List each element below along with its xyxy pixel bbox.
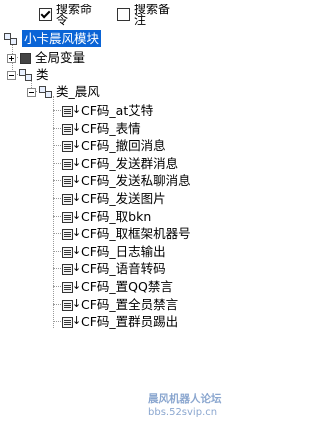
tree-item-function[interactable]: CF码_置全员禁言 xyxy=(62,296,252,313)
tree-line xyxy=(53,251,61,252)
tree-item-class-node[interactable]: 类_晨风 xyxy=(27,83,177,100)
search-note-label[interactable]: 搜索备注 xyxy=(134,4,170,28)
tree-item-function[interactable]: CF码_撤回消息 xyxy=(62,137,252,154)
tree-item-label: CF码_置全员禁言 xyxy=(81,297,179,312)
search-name-label[interactable]: 搜索命令 xyxy=(56,4,92,28)
function-icon xyxy=(62,139,81,152)
collapse-minus-icon[interactable] xyxy=(27,88,36,97)
tree-item-global-vars[interactable]: 全局变量 xyxy=(7,49,157,66)
tree-item-function[interactable]: CF码_日志输出 xyxy=(62,243,252,260)
tree-line xyxy=(53,198,61,199)
function-icon xyxy=(62,192,81,205)
tree-item-label: CF码_发送图片 xyxy=(81,191,166,206)
tree-item-label: CF码_日志输出 xyxy=(81,244,166,259)
tree-item-label: 类 xyxy=(36,67,49,82)
tree-item-label: CF码_置群员踢出 xyxy=(81,314,179,329)
tree-line xyxy=(53,110,61,111)
tree-root-label: 小卡晨风模块 xyxy=(22,30,102,47)
watermark: 晨风机器人论坛 bbs.52svip.cn xyxy=(148,393,222,419)
tree-item-label: 全局变量 xyxy=(35,50,86,65)
tree-root[interactable]: 小卡晨风模块 xyxy=(4,30,154,47)
tree-item-function[interactable]: CF码_置群员踢出 xyxy=(62,313,252,330)
watermark-title: 晨风机器人论坛 xyxy=(148,393,222,405)
tree-line xyxy=(53,180,61,181)
function-icon xyxy=(62,122,81,135)
search-options-bar: 搜索命令 搜索备注 xyxy=(0,0,255,30)
function-icon xyxy=(62,210,81,223)
tree-item-label: 类_晨风 xyxy=(56,84,100,99)
tree-line xyxy=(53,216,61,217)
tree-line xyxy=(53,286,61,287)
search-name-checkbox[interactable] xyxy=(39,8,52,21)
function-icon xyxy=(62,245,81,258)
tree-item-function[interactable]: CF码_发送群消息 xyxy=(62,155,252,172)
tree-item-label: CF码_置QQ禁言 xyxy=(81,279,173,294)
tree-item-function[interactable]: CF码_表情 xyxy=(62,120,252,137)
tree-line xyxy=(53,128,61,129)
tree-item-class-group[interactable]: 类 xyxy=(7,66,157,83)
tree-item-label: CF码_at艾特 xyxy=(81,103,154,118)
function-icon xyxy=(62,104,81,117)
collapse-minus-icon[interactable] xyxy=(7,71,16,80)
module-tree[interactable]: 小卡晨风模块 全局变量 类 类_晨风 CF码_at艾特 CF码_表情 CF码_撤回消… xyxy=(0,30,255,370)
tree-item-function[interactable]: CF码_置QQ禁言 xyxy=(62,278,252,295)
function-icon xyxy=(62,262,81,275)
tree-line xyxy=(53,96,54,328)
tree-item-label: CF码_撤回消息 xyxy=(81,138,166,153)
tree-item-label: CF码_语音转码 xyxy=(81,261,166,276)
tree-item-function[interactable]: CF码_语音转码 xyxy=(62,260,252,277)
tree-line xyxy=(53,163,61,164)
tree-line xyxy=(53,304,61,305)
tree-item-label: CF码_取bkn xyxy=(81,209,152,224)
tree-item-label: CF码_发送私聊消息 xyxy=(81,173,191,188)
search-note-checkbox[interactable] xyxy=(117,8,130,21)
function-icon xyxy=(62,227,81,240)
tree-item-function[interactable]: CF码_发送私聊消息 xyxy=(62,172,252,189)
tree-item-function[interactable]: CF码_at艾特 xyxy=(62,102,252,119)
function-icon xyxy=(62,174,81,187)
function-icon xyxy=(62,157,81,170)
class-icon xyxy=(19,69,32,81)
tree-line xyxy=(53,321,61,322)
expand-plus-icon[interactable] xyxy=(7,54,16,63)
tree-line xyxy=(53,145,61,146)
function-icon xyxy=(62,280,81,293)
tree-item-label: CF码_取框架机器号 xyxy=(81,226,191,241)
tree-line xyxy=(53,268,61,269)
class-icon xyxy=(39,86,52,98)
tree-item-function[interactable]: CF码_取框架机器号 xyxy=(62,225,252,242)
class-module-icon xyxy=(4,33,17,45)
tree-item-label: CF码_表情 xyxy=(81,121,141,136)
global-var-icon xyxy=(20,53,31,64)
tree-item-function[interactable]: CF码_取bkn xyxy=(62,208,252,225)
function-icon xyxy=(62,315,81,328)
tree-item-function[interactable]: CF码_发送图片 xyxy=(62,190,252,207)
tree-line xyxy=(53,233,61,234)
watermark-url: bbs.52svip.cn xyxy=(148,407,218,418)
tree-item-label: CF码_发送群消息 xyxy=(81,156,179,171)
function-icon xyxy=(62,298,81,311)
